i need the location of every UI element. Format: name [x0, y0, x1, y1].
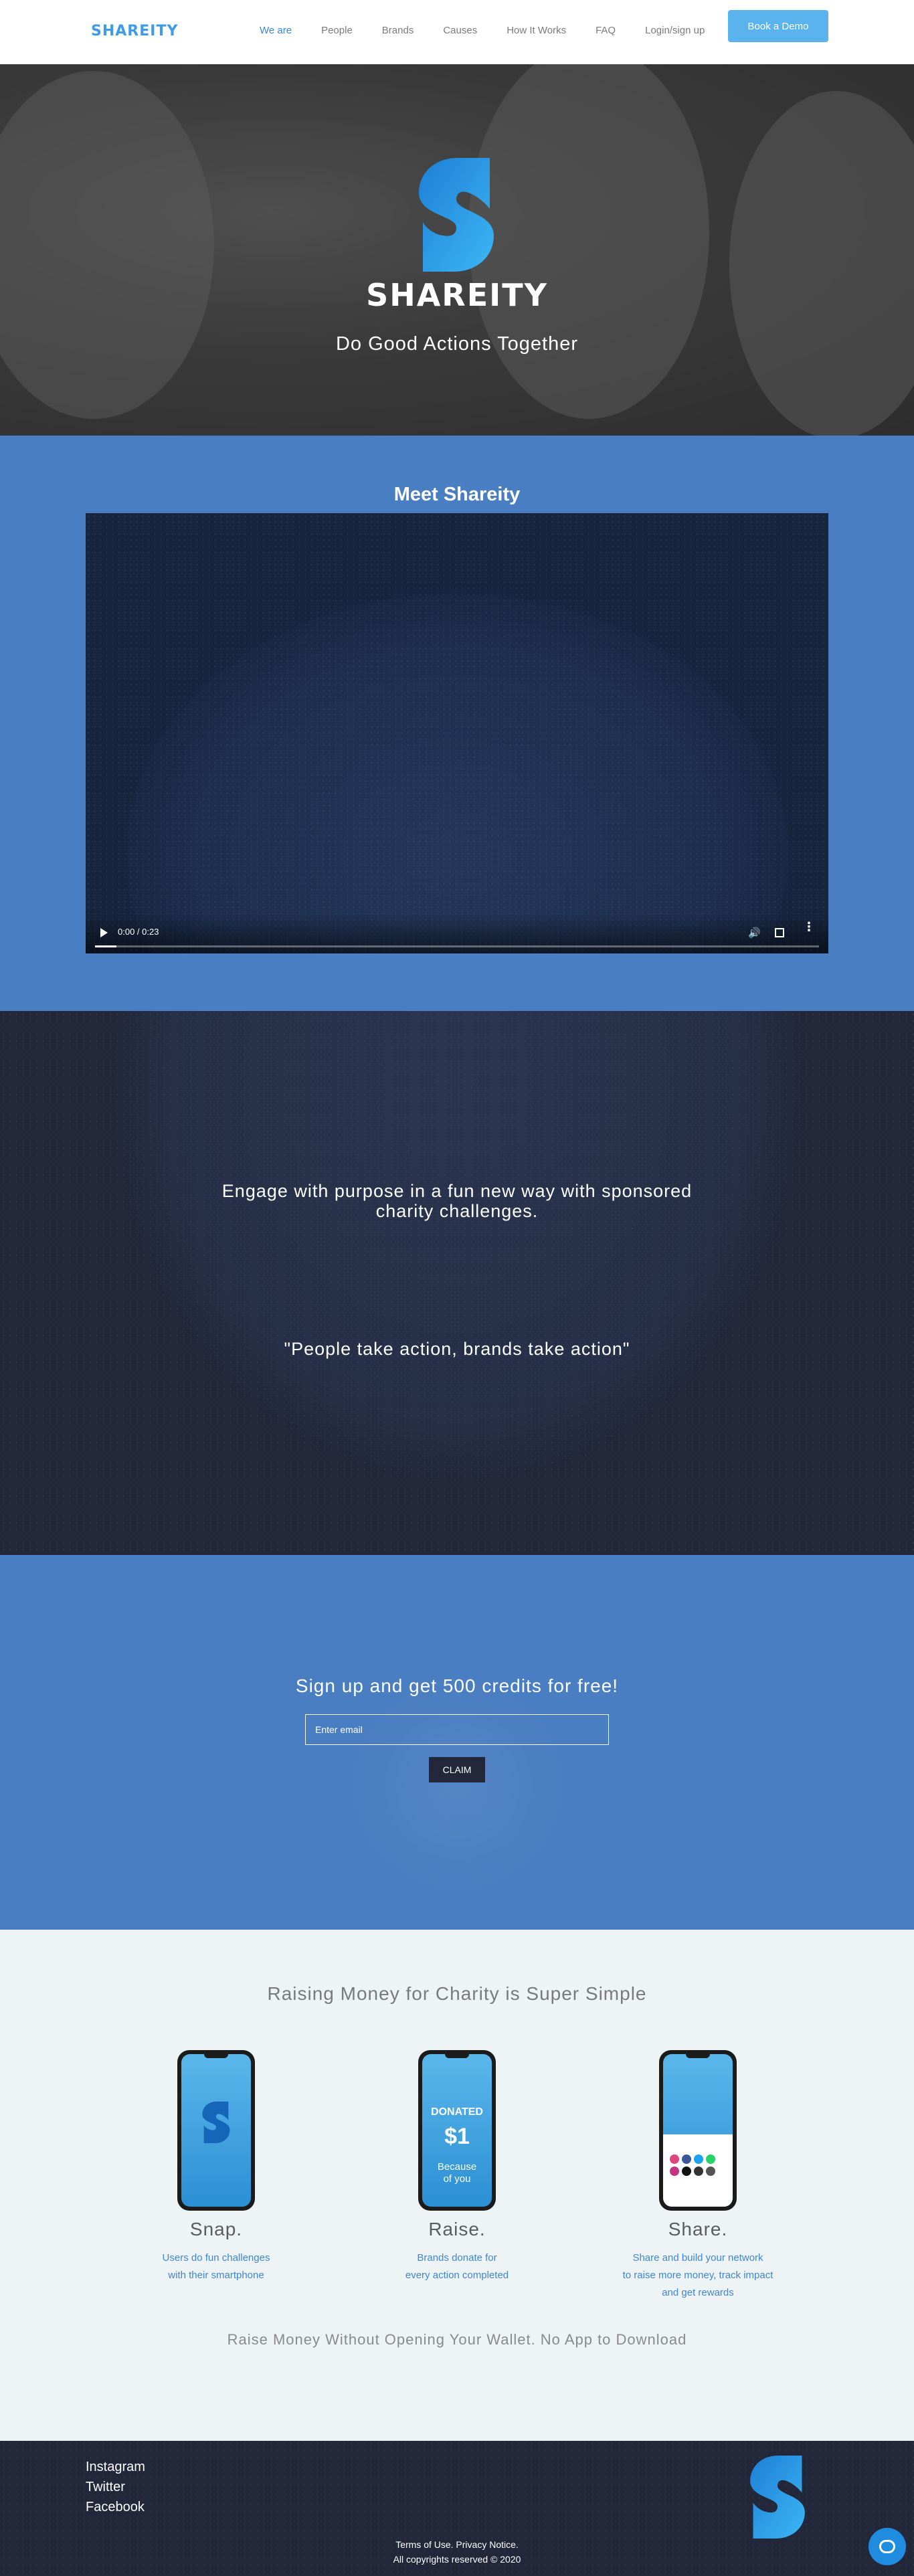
fullscreen-icon[interactable]: [775, 928, 784, 937]
video-progress-fill: [95, 945, 117, 947]
phone-donated-text: DONATED: [431, 2106, 483, 2118]
header-logo[interactable]: SHAREITY: [91, 23, 178, 39]
nav-brands[interactable]: Brands: [382, 25, 414, 36]
share-icon: [670, 2154, 679, 2164]
chat-widget-button[interactable]: [869, 2528, 906, 2565]
step-share-desc-line: and get rewards: [662, 2287, 734, 2298]
step-raise-name: Raise.: [428, 2219, 486, 2239]
step-raise-desc-line: Brands donate for: [417, 2252, 497, 2264]
engage-text-line-1: Engage with purpose in a fun new way wit…: [221, 1181, 693, 1201]
nav-faq[interactable]: FAQ: [596, 25, 616, 36]
step-raise-desc-line: every action completed: [405, 2270, 509, 2281]
share-icon: [694, 2154, 703, 2164]
email-input[interactable]: [305, 1714, 609, 1745]
engage-section: Engage with purpose in a fun new way wit…: [0, 1011, 914, 1555]
step-raise-desc: Brands donate for every action completed: [350, 2249, 564, 2284]
step-share-desc-line: to raise more money, track impact: [622, 2270, 773, 2281]
hero-brand-wordmark: SHAREITY: [366, 277, 548, 313]
social-links: Instagram Twitter Facebook: [86, 2457, 145, 2517]
phone-snap-image: [177, 2050, 255, 2211]
shareity-s-logo-icon: [419, 158, 494, 272]
site-header: SHAREITY We are People Brands Causes How…: [0, 0, 914, 64]
signup-section: Sign up and get 500 credits for free! CL…: [0, 1555, 914, 1930]
engage-text-line-2: charity challenges.: [375, 1201, 539, 1221]
video-progress-bar[interactable]: [95, 945, 819, 947]
terms-privacy-link[interactable]: Terms of Use. Privacy Notice.: [0, 2537, 914, 2552]
step-snap-desc-line: with their smartphone: [168, 2270, 264, 2281]
phone-notch: [445, 2054, 469, 2058]
phone-share-image: [659, 2050, 737, 2211]
engage-background-texture: [0, 1011, 914, 1555]
share-icon: [682, 2167, 691, 2176]
legal-text: Terms of Use. Privacy Notice. All copyri…: [0, 2537, 914, 2567]
signup-background-glow: [348, 1675, 569, 1896]
volume-icon[interactable]: 🔊: [748, 927, 761, 939]
step-share-name: Share.: [668, 2219, 728, 2239]
step-raise: DONATED $1 Because of you Raise. Brands …: [350, 2050, 564, 2284]
step-snap-name: Snap.: [189, 2219, 243, 2239]
phone-screen: [663, 2054, 733, 2207]
phone-screen: [181, 2054, 251, 2207]
phone-amount-text: $1: [444, 2124, 470, 2149]
step-share: Share. Share and build your network to r…: [591, 2050, 805, 2302]
nav-login[interactable]: Login/sign up: [645, 25, 705, 36]
book-demo-button[interactable]: Book a Demo: [728, 10, 828, 42]
step-share-desc-line: Share and build your network: [632, 2252, 763, 2264]
phone-because-line: Because: [437, 2161, 477, 2173]
phone-s-logo-icon: [202, 2101, 230, 2144]
nav-people[interactable]: People: [321, 25, 353, 36]
instagram-link[interactable]: Instagram: [86, 2457, 145, 2477]
simple-title: Raising Money for Charity is Super Simpl…: [267, 1983, 647, 2004]
video-controls: 0:00 / 0:23 🔊 ⋮: [86, 913, 828, 953]
share-icon: [694, 2167, 703, 2176]
signup-title: Sign up and get 500 credits for free!: [295, 1675, 619, 1696]
share-icon: [670, 2167, 679, 2176]
share-icon: [682, 2154, 691, 2164]
footer-s-logo-icon: [750, 2456, 805, 2539]
more-options-icon[interactable]: ⋮: [803, 921, 815, 933]
engage-text: Engage with purpose in a fun new way wit…: [0, 1181, 914, 1221]
video-frame-texture: [86, 513, 828, 953]
nav-causes[interactable]: Causes: [443, 25, 477, 36]
claim-button[interactable]: CLAIM: [429, 1757, 485, 1782]
share-icon: [706, 2154, 715, 2164]
phone-share-icons: [670, 2154, 726, 2176]
chat-icon: [879, 2540, 895, 2553]
how-it-works-section: Raising Money for Charity is Super Simpl…: [0, 1930, 914, 2441]
site-footer: Instagram Twitter Facebook Terms of Use.…: [0, 2441, 914, 2576]
nav-we-are[interactable]: We are: [260, 25, 292, 36]
step-snap-desc-line: Users do fun challenges: [162, 2252, 270, 2264]
phone-because-text: Because of you: [422, 2161, 492, 2185]
step-snap-desc: Users do fun challenges with their smart…: [109, 2249, 323, 2284]
step-share-desc: Share and build your network to raise mo…: [591, 2249, 805, 2302]
meet-title: Meet Shareity: [393, 484, 521, 505]
meet-section: Meet Shareity 0:00 / 0:23 🔊 ⋮: [0, 436, 914, 1011]
twitter-link[interactable]: Twitter: [86, 2477, 145, 2497]
engage-quote: "People take action, brands take action": [284, 1339, 630, 1359]
phone-raise-image: DONATED $1 Because of you: [418, 2050, 496, 2211]
phone-notch: [204, 2054, 228, 2058]
video-time: 0:00 / 0:23: [118, 927, 159, 937]
play-icon[interactable]: [100, 928, 108, 937]
facebook-link[interactable]: Facebook: [86, 2497, 145, 2517]
main-nav: We are People Brands Causes How It Works…: [260, 25, 734, 36]
step-snap: Snap. Users do fun challenges with their…: [109, 2050, 323, 2284]
phone-notch: [686, 2054, 710, 2058]
hero-section: SHAREITY Do Good Actions Together: [0, 64, 914, 436]
copyright-text: All copyrights reserved © 2020: [393, 2554, 521, 2565]
nav-how-it-works[interactable]: How It Works: [507, 25, 566, 36]
simple-footer-line: Raise Money Without Opening Your Wallet.…: [227, 2331, 687, 2348]
hero-tagline: Do Good Actions Together: [335, 333, 579, 355]
intro-video-player[interactable]: 0:00 / 0:23 🔊 ⋮: [86, 513, 828, 953]
phone-screen: DONATED $1 Because of you: [422, 2054, 492, 2207]
share-icon: [706, 2167, 715, 2176]
phone-because-line: of you: [443, 2173, 471, 2185]
